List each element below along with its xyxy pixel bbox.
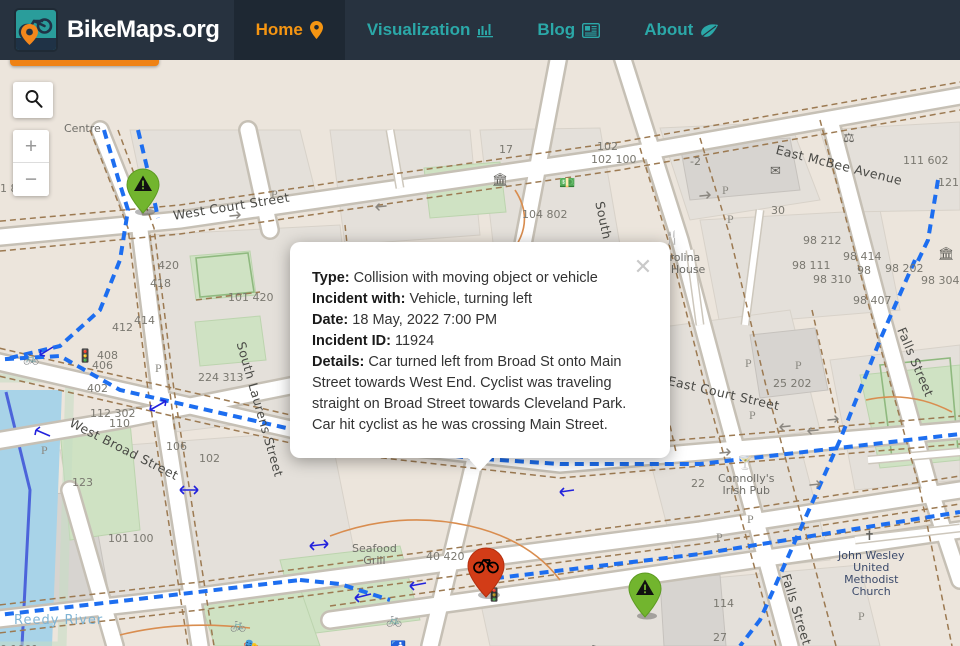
bikemaps-logo-icon <box>14 8 58 52</box>
leaf-icon <box>700 23 719 38</box>
popup-label-type: Type: <box>312 270 350 286</box>
incident-popup: ✕ Type: Collision with moving object or … <box>290 242 670 471</box>
zoom-in-button[interactable]: + <box>13 130 49 163</box>
nav-label-home: Home <box>255 20 303 39</box>
nav-item-about[interactable]: About <box>622 0 741 60</box>
newspaper-icon <box>582 22 601 38</box>
popup-value-incident-with: Vehicle, turning left <box>409 291 532 307</box>
popup-row-date: Date: 18 May, 2022 7:00 PM <box>312 310 640 331</box>
popup-label-date: Date: <box>312 312 349 328</box>
close-icon[interactable]: ✕ <box>632 256 654 278</box>
top-navbar: BikeMaps.org Home Visualization Blog Abo… <box>0 0 960 60</box>
popup-label-incident-id: Incident ID: <box>312 333 391 349</box>
map-pin-icon <box>309 21 323 39</box>
popup-row-incident-id: Incident ID: 11924 <box>312 331 640 352</box>
popup-value-incident-id: 11924 <box>394 333 435 349</box>
popup-row-details: Details: Car turned left from Broad St o… <box>312 352 640 436</box>
nav-label-about: About <box>644 20 694 39</box>
popup-value-date: 18 May, 2022 7:00 PM <box>352 312 498 328</box>
popup-row-incident-with: Incident with: Vehicle, turning left <box>312 289 640 310</box>
popup-value-type: Collision with moving object or vehicle <box>353 270 598 286</box>
zoom-controls: + − <box>13 130 49 196</box>
search-button[interactable] <box>13 82 53 118</box>
brand-logo-link[interactable]: BikeMaps.org <box>0 0 234 60</box>
brand-name: BikeMaps.org <box>67 16 220 43</box>
nav-item-home[interactable]: Home <box>233 0 345 60</box>
main-nav: Home Visualization Blog About <box>233 0 742 60</box>
bar-chart-icon <box>477 22 494 38</box>
nav-item-blog[interactable]: Blog <box>515 0 622 60</box>
nav-label-visualization: Visualization <box>366 20 471 39</box>
popup-label-incident-with: Incident with: <box>312 291 406 307</box>
popup-label-details: Details: <box>312 354 365 370</box>
popup-row-type: Type: Collision with moving object or ve… <box>312 268 640 289</box>
zoom-out-button[interactable]: − <box>13 163 49 196</box>
search-icon <box>24 89 43 111</box>
nav-item-visualization[interactable]: Visualization <box>345 0 516 60</box>
nav-label-blog: Blog <box>537 20 576 39</box>
